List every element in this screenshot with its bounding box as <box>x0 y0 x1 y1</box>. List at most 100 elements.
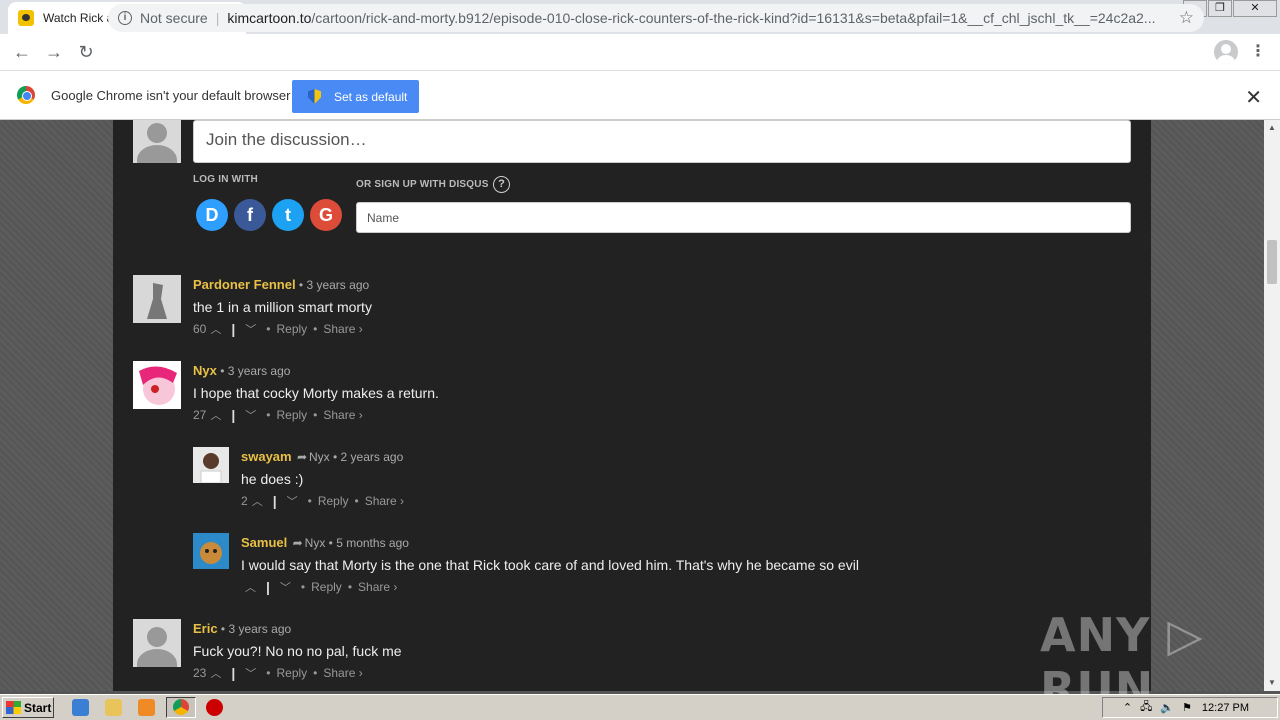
chrome-taskbar-button[interactable] <box>166 697 196 718</box>
join-discussion-input[interactable]: Join the discussion… <box>193 120 1131 163</box>
share-link[interactable]: Share › <box>323 322 362 336</box>
comment-time[interactable]: 5 months ago <box>336 536 409 550</box>
help-question-icon[interactable]: ? <box>493 176 510 193</box>
comment-body: he does :) <box>241 471 304 487</box>
clock[interactable]: 12:27 PM <box>1202 702 1249 714</box>
disqus-letter: D <box>205 205 219 225</box>
share-link[interactable]: Share › <box>323 408 362 422</box>
comment-time[interactable]: 2 years ago <box>341 450 404 464</box>
share-link[interactable]: Share › <box>323 666 362 680</box>
downvote-icon[interactable]: ﹀ <box>245 407 256 423</box>
disqus-login-icon[interactable]: D <box>196 199 228 231</box>
reply-link[interactable]: Reply <box>276 408 307 422</box>
name-field[interactable] <box>356 202 1131 233</box>
upvote-icon[interactable]: ︿ <box>210 321 221 337</box>
reply-link[interactable]: Reply <box>276 666 307 680</box>
url-text[interactable]: kimcartoon.to/cartoon/rick-and-morty.b91… <box>227 10 1177 26</box>
address-bar[interactable]: i Not secure | kimcartoon.to/cartoon/ric… <box>108 4 1204 32</box>
login-with-label: LOG IN WITH <box>193 174 258 185</box>
comment-header: Pardoner Fennel • 3 years ago <box>193 277 370 292</box>
chrome-icon <box>173 699 189 715</box>
reply-to[interactable]: Nyx <box>305 536 326 550</box>
comment-time[interactable]: 3 years ago <box>228 622 291 636</box>
window-close-icon[interactable]: ✕ <box>1233 0 1277 17</box>
url-host: kimcartoon.to <box>227 10 312 26</box>
scroll-up-icon[interactable]: ▲ <box>1264 120 1280 136</box>
upvote-icon[interactable]: ︿ <box>252 493 263 509</box>
info-icon[interactable]: i <box>118 11 132 25</box>
comment-time[interactable]: 3 years ago <box>228 364 291 378</box>
url-separator: | <box>215 10 220 26</box>
twitter-login-icon[interactable]: t <box>272 199 304 231</box>
reply-link[interactable]: Reply <box>318 494 349 508</box>
forward-arrow-icon[interactable]: → <box>38 36 70 68</box>
start-button[interactable]: Start <box>2 697 54 718</box>
comment-header: Eric • 3 years ago <box>193 621 292 636</box>
comment-author[interactable]: swayam <box>241 449 292 464</box>
current-user-avatar <box>133 120 181 163</box>
comment-header: Samuel ➦ Nyx • 5 months ago <box>241 535 409 550</box>
downvote-icon[interactable]: ﹀ <box>280 579 291 595</box>
folder-icon[interactable] <box>105 699 122 716</box>
windows-taskbar: Start ⌃ 🖧 🔈 ⚑ 12:27 PM <box>0 694 1280 720</box>
chrome-menu-icon[interactable]: ⋮ <box>1250 41 1266 63</box>
downvote-icon[interactable]: ﹀ <box>245 665 256 681</box>
comment-author[interactable]: Eric <box>193 621 218 636</box>
start-label: Start <box>24 700 52 715</box>
reply-to[interactable]: Nyx <box>309 450 330 464</box>
avatar-image <box>133 275 181 323</box>
uac-shield-icon <box>308 89 321 104</box>
twitter-letter: t <box>285 205 291 225</box>
set-as-default-label: Set as default <box>334 89 408 104</box>
set-as-default-button[interactable]: Set as default <box>292 80 419 113</box>
avatar[interactable] <box>193 447 229 483</box>
share-link[interactable]: Share › <box>365 494 404 508</box>
upvote-icon[interactable]: ︿ <box>210 665 221 681</box>
stop-icon[interactable] <box>206 699 223 716</box>
tray-expand-icon[interactable]: ⌃ <box>1123 701 1132 714</box>
comment-body: I hope that cocky Morty makes a return. <box>193 385 439 401</box>
comment-time[interactable]: 3 years ago <box>306 278 369 292</box>
volume-icon[interactable]: 🔈 <box>1160 701 1174 714</box>
comment-actions: 2 ︿ | ﹀ • Reply • Share › <box>241 493 405 509</box>
profile-avatar-icon[interactable] <box>1214 40 1238 64</box>
google-login-icon[interactable]: G <box>310 199 342 231</box>
comment-actions: 23 ︿ | ﹀ • Reply • Share › <box>193 665 363 681</box>
upvote-icon[interactable]: ︿ <box>245 579 256 595</box>
network-icon[interactable]: 🖧 <box>1140 698 1152 717</box>
windows-logo-icon <box>6 701 21 714</box>
reload-icon[interactable]: ↻ <box>70 36 102 68</box>
avatar[interactable] <box>193 533 229 569</box>
reply-link[interactable]: Reply <box>311 580 342 594</box>
avatar[interactable] <box>133 275 181 323</box>
avatar[interactable] <box>133 361 181 409</box>
vote-count: 60 <box>193 322 207 336</box>
upvote-icon[interactable]: ︿ <box>210 407 221 423</box>
downvote-icon[interactable]: ﹀ <box>245 321 256 337</box>
flag-icon[interactable]: ⚑ <box>1182 701 1192 714</box>
chrome-logo-icon <box>17 86 35 104</box>
back-arrow-icon[interactable]: ← <box>6 36 38 68</box>
reply-link[interactable]: Reply <box>276 322 307 336</box>
media-player-icon[interactable] <box>138 699 155 716</box>
infobar-close-icon[interactable]: ✕ <box>1245 85 1262 110</box>
bookmark-star-icon[interactable]: ☆ <box>1179 8 1194 28</box>
avatar[interactable] <box>133 619 181 667</box>
facebook-letter: f <box>247 205 253 225</box>
signup-with-label: OR SIGN UP WITH DISQUS <box>356 179 489 190</box>
internet-explorer-icon[interactable] <box>72 699 89 716</box>
avatar-image <box>193 533 229 569</box>
comment-author[interactable]: Pardoner Fennel <box>193 277 296 292</box>
security-label: Not secure <box>140 10 208 26</box>
downvote-icon[interactable]: ﹀ <box>287 493 298 509</box>
page-scrollbar[interactable]: ▲ ▼ <box>1264 120 1280 691</box>
comment-author[interactable]: Samuel <box>241 535 287 550</box>
vote-count: 2 <box>241 494 248 508</box>
comment-actions: 27 ︿ | ﹀ • Reply • Share › <box>193 407 363 423</box>
comment-author[interactable]: Nyx <box>193 363 217 378</box>
share-link[interactable]: Share › <box>358 580 397 594</box>
facebook-login-icon[interactable]: f <box>234 199 266 231</box>
browser-toolbar: ← → ↻ <box>0 34 1280 70</box>
scrollbar-thumb[interactable] <box>1267 240 1277 284</box>
restore-icon[interactable]: ❐ <box>1208 0 1232 17</box>
